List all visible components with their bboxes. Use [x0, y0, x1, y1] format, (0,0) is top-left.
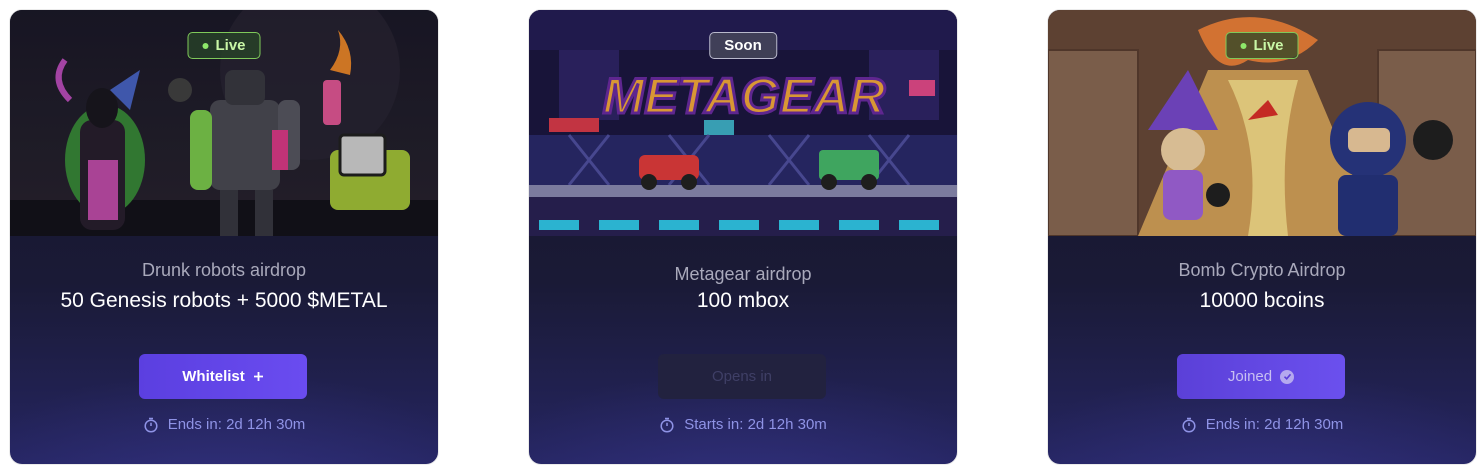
card-subtitle: Metagear airdrop	[674, 264, 812, 284]
timer-value: 2d 12h 30m	[747, 416, 827, 433]
card-headline: 100 mbox	[696, 289, 790, 312]
whitelist-button-label: Whitelist	[182, 368, 245, 385]
live-dot-icon	[1240, 42, 1247, 49]
live-dot-icon	[202, 42, 209, 49]
card-subtitle: Bomb Crypto Airdrop	[1178, 260, 1346, 280]
card-headline: 50 Genesis robots + 5000 $METAL	[60, 289, 388, 312]
countdown: Ends in: 2d 12h 30m	[1048, 416, 1476, 433]
countdown: Ends in: 2d 12h 30m	[10, 416, 438, 433]
airdrop-card-metagear[interactable]: METAGEAR Soon Metagear airdrop 100 mbox …	[529, 10, 957, 464]
joined-button-label: Joined	[1227, 368, 1273, 385]
opens-in-button[interactable]: Opens in	[658, 354, 826, 399]
stopwatch-icon	[144, 417, 158, 433]
joined-button[interactable]: Joined	[1177, 354, 1345, 399]
stopwatch-icon	[1182, 417, 1196, 433]
card-headline: 10000 bcoins	[1199, 289, 1325, 312]
status-badge: Soon	[709, 32, 777, 59]
countdown: Starts in: 2d 12h 30m	[529, 416, 957, 433]
plus-icon	[253, 372, 263, 381]
status-badge-label: Live	[1253, 37, 1284, 54]
status-badge-label: Live	[215, 37, 246, 54]
stopwatch-icon	[660, 417, 674, 433]
opens-in-button-label: Opens in	[711, 368, 773, 385]
status-badge-label: Soon	[724, 37, 762, 54]
airdrop-card-drunk-robots[interactable]: Live Drunk robots airdrop 50 Genesis rob…	[10, 10, 438, 464]
timer-prefix: Ends in:	[167, 416, 222, 433]
check-circle-icon	[1280, 369, 1295, 384]
status-badge: Live	[1225, 32, 1299, 59]
timer-prefix: Ends in:	[1205, 416, 1260, 433]
card-subtitle: Drunk robots airdrop	[141, 260, 307, 280]
airdrop-card-bomb-crypto[interactable]: Live Bomb Crypto Airdrop 10000 bcoins Jo…	[1048, 10, 1476, 464]
timer-value: 2d 12h 30m	[226, 416, 306, 433]
timer-prefix: Starts in:	[684, 416, 744, 433]
timer-value: 2d 12h 30m	[1264, 416, 1344, 433]
whitelist-button[interactable]: Whitelist	[139, 354, 307, 399]
status-badge: Live	[187, 32, 261, 59]
